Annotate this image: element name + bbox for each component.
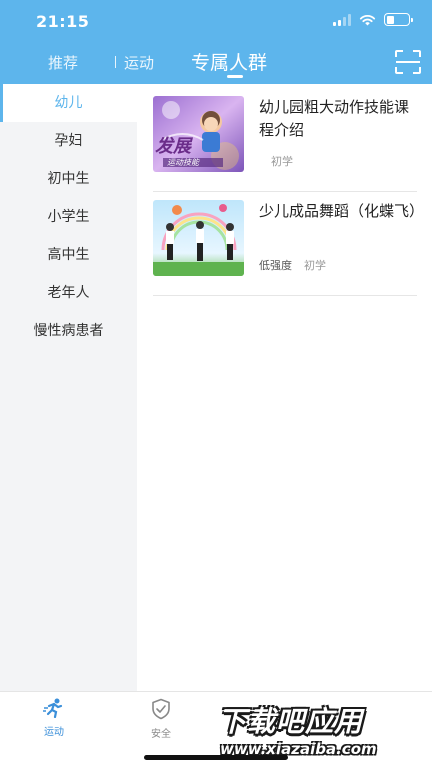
sidebar-item-chronic[interactable]: 慢性病患者 xyxy=(0,312,137,350)
course-title: 幼儿园粗大动作技能课程介绍 xyxy=(259,98,410,139)
course-thumbnail xyxy=(153,200,244,276)
nav-item-safety[interactable]: 安全 xyxy=(131,698,191,740)
status-time: 21:15 xyxy=(36,12,90,31)
nav-label: 安全 xyxy=(151,729,171,740)
nav-label: 运动 xyxy=(44,727,64,738)
status-bar: 21:15 xyxy=(0,0,432,44)
thumbnail-subcaption: 运动技能 xyxy=(167,158,199,167)
course-tags: 初学 xyxy=(259,153,293,169)
course-intensity: 低强度 xyxy=(259,259,292,272)
course-level: 初学 xyxy=(271,155,293,168)
home-indicator xyxy=(144,755,288,760)
course-thumbnail: 发展 运动技能 xyxy=(153,96,244,172)
course-list: 发展 运动技能 幼儿园粗大动作技能课程介绍 初学 少儿成品舞蹈（化蝶飞） 低强度… xyxy=(137,84,432,691)
course-card[interactable]: 少儿成品舞蹈（化蝶飞） 低强度 初学 xyxy=(153,200,425,296)
course-title: 少儿成品舞蹈（化蝶飞） xyxy=(259,202,425,220)
sidebar-item-elderly[interactable]: 老年人 xyxy=(0,274,137,312)
wifi-icon xyxy=(359,14,376,25)
course-tags: 低强度 初学 xyxy=(259,257,326,273)
sidebar-item-junior-high[interactable]: 初中生 xyxy=(0,160,137,198)
watermark-title: 下载吧应用 xyxy=(218,705,364,738)
tab-recommend[interactable]: 推荐 xyxy=(48,52,78,73)
course-level: 初学 xyxy=(304,259,326,272)
tab-separator xyxy=(115,56,116,68)
scan-icon[interactable] xyxy=(394,49,422,75)
running-icon xyxy=(43,698,63,719)
status-icons xyxy=(333,13,413,26)
sidebar-item-primary[interactable]: 小学生 xyxy=(0,198,137,236)
sidebar-item-toddler[interactable]: 幼儿 xyxy=(0,84,137,122)
nav-item-sport[interactable]: 运动 xyxy=(24,698,84,738)
app-header: 21:15 推荐 运动 专属人群 xyxy=(0,0,432,84)
card-divider xyxy=(153,191,417,192)
thumbnail-caption: 发展 xyxy=(155,136,191,157)
course-card[interactable]: 发展 运动技能 幼儿园粗大动作技能课程介绍 初学 xyxy=(153,96,417,192)
tab-special-groups[interactable]: 专属人群 xyxy=(191,48,267,75)
sidebar-item-pregnant[interactable]: 孕妇 xyxy=(0,122,137,160)
tab-sport[interactable]: 运动 xyxy=(124,52,154,73)
active-tab-indicator xyxy=(227,75,243,78)
top-tabs: 推荐 运动 专属人群 xyxy=(0,44,432,84)
sidebar-item-senior-high[interactable]: 高中生 xyxy=(0,236,137,274)
category-sidebar: 幼儿 孕妇 初中生 小学生 高中生 老年人 慢性病患者 xyxy=(0,84,137,691)
shield-check-icon xyxy=(152,698,170,720)
card-divider xyxy=(153,295,417,296)
battery-icon xyxy=(384,13,413,26)
cellular-signal-icon xyxy=(333,13,351,26)
